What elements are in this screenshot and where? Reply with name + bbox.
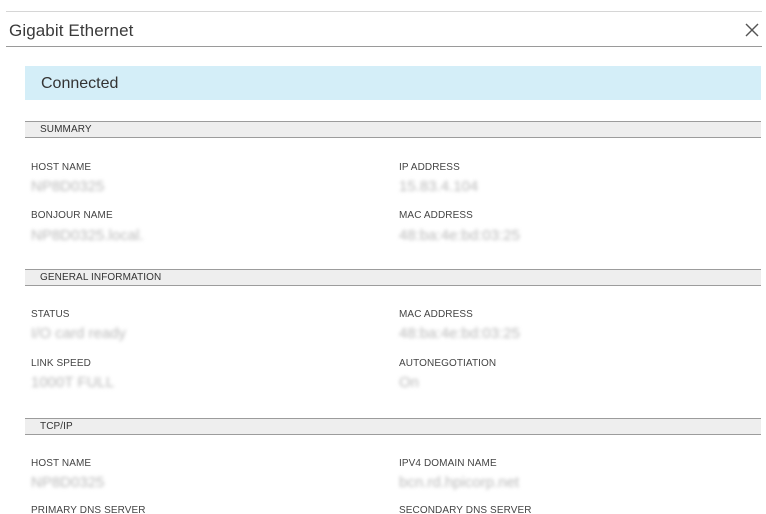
section-title-general-information: GENERAL INFORMATION bbox=[40, 272, 162, 283]
section-title-tcpip: TCP/IP bbox=[40, 421, 73, 432]
general-link-speed-value: 1000T FULL bbox=[31, 374, 115, 391]
tcpip-secondary-dns-server-label: SECONDARY DNS SERVER bbox=[399, 505, 532, 514]
connection-status-banner: Connected bbox=[25, 66, 761, 100]
general-status-value: I/O card ready bbox=[31, 325, 127, 342]
summary-mac-address-label: MAC ADDRESS bbox=[399, 210, 473, 221]
close-icon[interactable] bbox=[742, 20, 762, 40]
summary-mac-address-value: 48:ba:4e:bd:03:25 bbox=[399, 227, 520, 244]
general-mac-address-label: MAC ADDRESS bbox=[399, 309, 473, 320]
tcpip-primary-dns-server-label: PRIMARY DNS SERVER bbox=[31, 505, 146, 514]
summary-host-name-value: NP8D0325 bbox=[31, 178, 105, 195]
general-autonegotiation-value: On bbox=[399, 374, 420, 391]
tcpip-host-name-value: NP8D0325 bbox=[31, 474, 105, 491]
gigabit-ethernet-dialog: Gigabit Ethernet Connected SUMMARY HOST … bbox=[0, 0, 766, 514]
dialog-title: Gigabit Ethernet bbox=[9, 21, 134, 40]
section-header-tcpip: TCP/IP bbox=[25, 418, 761, 435]
tcpip-ipv4-domain-name-value: bcn.rd.hpicorp.net bbox=[399, 474, 520, 491]
general-autonegotiation-label: AUTONEGOTIATION bbox=[399, 358, 497, 369]
general-link-speed-label: LINK SPEED bbox=[31, 358, 91, 369]
summary-ip-address-value: 15.83.4.104 bbox=[399, 178, 479, 195]
summary-host-name-label: HOST NAME bbox=[31, 162, 92, 173]
summary-bonjour-name-label: BONJOUR NAME bbox=[31, 210, 113, 221]
section-header-summary: SUMMARY bbox=[25, 121, 761, 138]
connection-status-text: Connected bbox=[41, 75, 119, 92]
tcpip-host-name-label: HOST NAME bbox=[31, 458, 92, 469]
general-status-label: STATUS bbox=[31, 309, 70, 320]
section-title-summary: SUMMARY bbox=[40, 124, 92, 135]
summary-bonjour-name-value: NP8D0325.local. bbox=[31, 227, 144, 244]
summary-ip-address-label: IP ADDRESS bbox=[399, 162, 460, 173]
section-header-general-information: GENERAL INFORMATION bbox=[25, 269, 761, 286]
tcpip-ipv4-domain-name-label: IPV4 DOMAIN NAME bbox=[399, 458, 497, 469]
general-mac-address-value: 48:ba:4e:bd:03:25 bbox=[399, 325, 520, 342]
dialog-header: Gigabit Ethernet bbox=[6, 11, 762, 47]
